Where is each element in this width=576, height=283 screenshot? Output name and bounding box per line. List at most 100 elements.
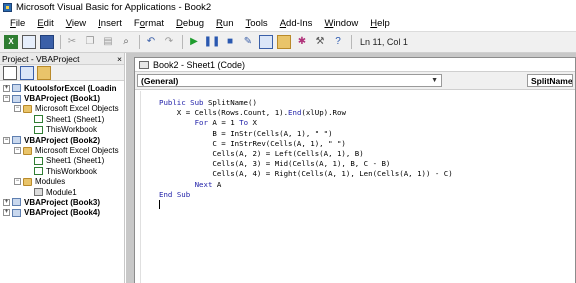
tree-item-label: ThisWorkbook	[46, 166, 97, 176]
procedure-dropdown-value: SplitName	[531, 75, 573, 86]
insert-userform-icon[interactable]	[22, 35, 36, 49]
toolbox-icon[interactable]: ⚒	[313, 35, 327, 49]
code-line[interactable]: C = InStrRev(Cells(A, 1), " ")	[159, 139, 453, 149]
object-dropdown-value: (General)	[141, 75, 179, 86]
tree-item-label: Microsoft Excel Objects	[35, 146, 119, 156]
close-icon[interactable]: ×	[117, 54, 122, 64]
redo-icon[interactable]: ↷	[162, 35, 176, 49]
expand-icon[interactable]: +	[3, 209, 10, 217]
collapse-icon[interactable]: −	[14, 105, 21, 113]
code-line[interactable]: Public Sub SplitName()	[159, 98, 453, 108]
code-line[interactable]: Cells(A, 3) = Mid(Cells(A, 1), B, C - B)	[159, 159, 453, 169]
project-icon	[12, 208, 21, 217]
menu-item[interactable]: Format	[128, 18, 170, 29]
collapse-icon[interactable]: −	[14, 178, 21, 186]
folder-icon	[23, 104, 32, 113]
cut-icon[interactable]: ✂	[65, 35, 79, 49]
code-line[interactable]: Cells(A, 2) = Left(Cells(A, 1), B)	[159, 149, 453, 159]
project-panel-title: Project - VBAProject	[2, 53, 80, 64]
help-icon[interactable]: ?	[331, 35, 345, 49]
toolbar-separator	[60, 35, 61, 49]
find-icon[interactable]: ⌕	[119, 35, 133, 49]
collapse-icon[interactable]: −	[3, 136, 10, 144]
menu-item[interactable]: Add-Ins	[274, 18, 319, 29]
view-object-icon[interactable]	[20, 65, 34, 80]
code-editor[interactable]: Public Sub SplitName() X = Cells(Rows.Co…	[135, 91, 575, 283]
code-line[interactable]: X = Cells(Rows.Count, 1).End(xlUp).Row	[159, 108, 453, 118]
code-line-text: Cells(A, 4) = Right(Cells(A, 1), Len(Cel…	[159, 169, 453, 179]
tree-item[interactable]: ThisWorkbook	[0, 125, 124, 135]
project-icon	[12, 198, 21, 207]
break-icon[interactable]: ❚❚	[204, 35, 221, 49]
design-mode-icon[interactable]: ✎	[241, 35, 255, 49]
code-line-text: For A = 1 To X	[194, 118, 257, 128]
menu-item[interactable]: View	[60, 18, 92, 29]
toolbar-separator	[182, 35, 183, 49]
menu-item[interactable]: Debug	[170, 18, 210, 29]
code-line-text: End Sub	[159, 189, 191, 199]
tree-item[interactable]: + VBAProject (Book4)	[0, 208, 124, 218]
project-explorer-icon[interactable]	[259, 35, 273, 49]
object-dropdown[interactable]: (General) ▼	[137, 74, 442, 87]
code-line[interactable]: Next A	[159, 180, 453, 190]
collapse-icon[interactable]: −	[14, 147, 21, 155]
paste-icon[interactable]: ▤	[101, 35, 115, 49]
menu-item[interactable]: Window	[318, 18, 364, 29]
code-margin[interactable]	[135, 91, 141, 283]
excel-icon[interactable]: X	[4, 35, 18, 49]
tree-item[interactable]: − VBAProject (Book1)	[0, 93, 124, 103]
code-dropdown-bar: (General) ▼ SplitName	[135, 72, 575, 90]
menu-item[interactable]: Insert	[92, 18, 128, 29]
code-line[interactable]: For A = 1 To X	[159, 118, 453, 128]
tree-item[interactable]: ThisWorkbook	[0, 166, 124, 176]
project-panel-toolbar	[0, 65, 124, 81]
properties-icon[interactable]	[277, 35, 291, 49]
menu-item-label: un	[222, 17, 234, 29]
expand-icon[interactable]: +	[3, 198, 10, 206]
code-text[interactable]: Public Sub SplitName() X = Cells(Rows.Co…	[159, 98, 453, 210]
tree-item-label: VBAProject (Book2)	[24, 135, 101, 145]
menu-item[interactable]: Help	[364, 18, 396, 29]
tree-item[interactable]: − Microsoft Excel Objects	[0, 104, 124, 114]
collapse-icon[interactable]: −	[3, 95, 10, 103]
wb-icon	[34, 125, 43, 134]
tree-item[interactable]: + KutoolsforExcel (Loadin	[0, 83, 124, 93]
tree-item[interactable]: − Modules	[0, 177, 124, 187]
expand-icon[interactable]: +	[3, 84, 10, 92]
menu-item[interactable]: File	[4, 18, 31, 29]
tree-item[interactable]: Sheet1 (Sheet1)	[0, 156, 124, 166]
tree-item[interactable]: − VBAProject (Book2)	[0, 135, 124, 145]
undo-icon[interactable]: ↶	[144, 35, 158, 49]
toggle-folders-icon[interactable]	[37, 65, 51, 80]
code-window-title: Book2 - Sheet1 (Code)	[153, 59, 246, 70]
folder-icon	[23, 146, 32, 155]
menu-item[interactable]: Tools	[240, 18, 274, 29]
menu-item[interactable]: Edit	[31, 18, 59, 29]
tree-item[interactable]: Sheet1 (Sheet1)	[0, 114, 124, 124]
copy-icon[interactable]: ❐	[83, 35, 97, 49]
code-line[interactable]: Cells(A, 4) = Right(Cells(A, 1), Len(Cel…	[159, 169, 453, 179]
code-window-title-bar[interactable]: Book2 - Sheet1 (Code)	[135, 58, 575, 72]
tree-item-label: ThisWorkbook	[46, 125, 97, 135]
tree-item[interactable]: + VBAProject (Book3)	[0, 197, 124, 207]
reset-icon[interactable]: ■	[223, 35, 237, 49]
tree-item[interactable]: − Microsoft Excel Objects	[0, 145, 124, 155]
tree-item-label: KutoolsforExcel (Loadin	[24, 83, 117, 93]
procedure-dropdown[interactable]: SplitName	[527, 74, 573, 87]
toolbar-separator	[139, 35, 140, 49]
code-line[interactable]: B = InStr(Cells(A, 1), " ")	[159, 129, 453, 139]
tree-item-label: Sheet1 (Sheet1)	[46, 114, 105, 124]
menu-item[interactable]: Run	[210, 18, 239, 29]
menu-item-label: rmat	[145, 17, 165, 29]
chevron-down-icon[interactable]: ▼	[431, 77, 438, 84]
view-code-icon[interactable]	[3, 65, 17, 80]
run-icon[interactable]: ▶	[187, 35, 201, 49]
code-line-text: C = InStrRev(Cells(A, 1), " ")	[159, 138, 346, 148]
save-icon[interactable]	[40, 35, 54, 49]
tree-item-label: Modules	[35, 177, 66, 187]
object-browser-icon[interactable]: ✱	[295, 35, 309, 49]
tree-item[interactable]: Module1	[0, 187, 124, 197]
menu-item-accelerator: D	[176, 17, 183, 29]
code-line[interactable]	[159, 200, 453, 210]
code-line[interactable]: End Sub	[159, 190, 453, 200]
